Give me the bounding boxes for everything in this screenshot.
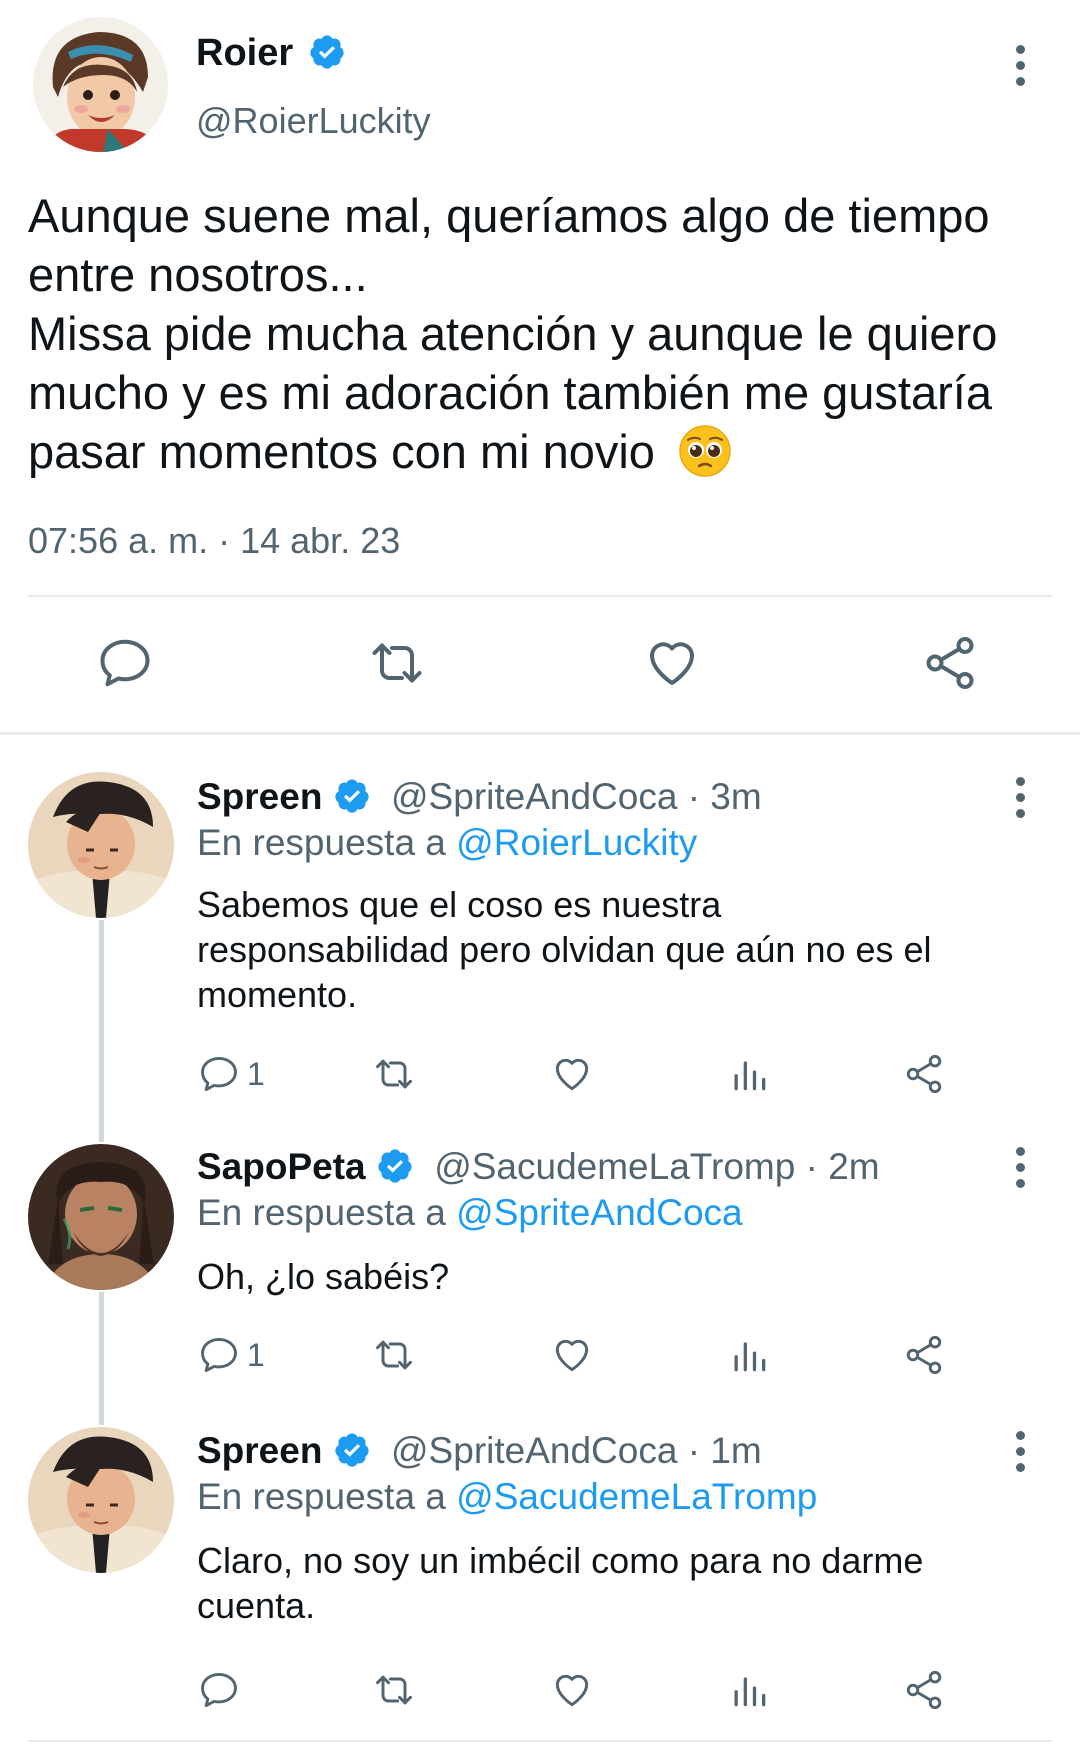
reply-author-name[interactable]: Spreen [197,1430,322,1471]
reply-button[interactable]: 1 [197,1333,265,1377]
tweet-timestamp[interactable]: 07:56 a. m. · 14 abr. 23 [28,520,400,562]
like-icon[interactable] [642,633,702,693]
share-icon [906,1335,942,1375]
more-options-icon[interactable] [1005,772,1035,822]
reply-button[interactable] [197,1668,247,1712]
reply-actions: 1 [197,1052,957,1096]
share-icon [906,1670,942,1710]
tweet-text-line: mucho y es mi adoración también me gusta… [28,366,992,419]
retweet-icon [376,1340,412,1370]
reply-text-line: Sabemos que el coso es nuestra [197,884,722,925]
retweet-button[interactable] [372,1333,416,1377]
like-icon [555,1339,589,1372]
tweet-text-line: Missa pide mucha atención y aunque le qu… [28,307,998,360]
reply-icon[interactable] [95,633,155,693]
like-icon [555,1058,589,1091]
thread-separator [0,732,1080,735]
share-button[interactable] [902,1333,946,1377]
tweet-text: Aunque suene mal, queríamos algo de tiem… [28,186,1068,481]
mention-link[interactable]: @SacudemeLaTromp [456,1476,817,1517]
retweet-icon[interactable] [367,633,427,693]
reply-handle-time[interactable]: @SacudemeLaTromp · 2m [434,1146,879,1187]
views-icon [734,1677,766,1707]
verified-badge-icon [335,1433,369,1467]
divider [28,595,1052,597]
reply-author[interactable]: Spreen @SpriteAndCoca · 3m [197,776,762,818]
reply-text: Claro, no soy un imbécil como para no da… [197,1538,1027,1628]
like-button[interactable] [550,1333,594,1377]
reply-tweet: Spreen @SpriteAndCoca · 1m En respuesta … [0,1430,1080,1740]
in-reply-label: En respuesta a [197,822,457,863]
share-button[interactable] [902,1052,946,1096]
views-button[interactable] [727,1052,771,1096]
share-button[interactable] [902,1668,946,1712]
reply-actions: 1 [197,1333,957,1377]
reply-tweet: Spreen @SpriteAndCoca · 3m En respuesta … [0,776,1080,1106]
reply-text: Oh, ¿lo sabéis? [197,1254,1027,1299]
tweet-text-line: Aunque suene mal, queríamos algo de tiem… [28,189,990,242]
mention-link[interactable]: @SpriteAndCoca [456,1192,742,1233]
reply-handle-time[interactable]: @SpriteAndCoca · 3m [391,776,762,817]
reply-actions [197,1668,957,1712]
more-options-icon[interactable] [1005,1426,1035,1476]
reply-author-name[interactable]: SapoPeta [197,1146,366,1187]
reply-text-line: responsabilidad pero olvidan que aún no … [197,929,932,970]
reply-count: 1 [247,1336,265,1373]
verified-badge-icon [335,779,369,813]
author-name-text[interactable]: Roier [196,32,293,74]
reply-text: Sabemos que el coso es nuestra responsab… [197,882,1027,1017]
reply-text-line: Oh, ¿lo sabéis? [197,1256,450,1297]
retweet-button[interactable] [372,1052,416,1096]
reply-author[interactable]: SapoPeta @SacudemeLaTromp · 2m [197,1146,880,1188]
like-button[interactable] [550,1668,594,1712]
in-reply-label: En respuesta a [197,1192,457,1233]
tweet-text-line: pasar momentos con mi novio [28,422,1068,481]
like-button[interactable] [550,1052,594,1096]
reply-icon [201,1337,237,1373]
main-tweet: Roier @RoierLuckity Aunque suene mal, qu… [0,0,1080,735]
reply-button[interactable]: 1 [197,1052,265,1096]
more-options-icon[interactable] [1005,1142,1035,1192]
in-reply-to: En respuesta a @RoierLuckity [197,822,697,864]
share-icon[interactable] [920,633,980,693]
reply-text-line: momento. [197,974,358,1015]
reply-handle-time[interactable]: @SpriteAndCoca · 1m [391,1430,762,1471]
more-options-icon[interactable] [1005,40,1035,90]
retweet-icon [376,1675,412,1705]
author-name[interactable]: Roier [196,32,346,75]
reply-count: 1 [247,1055,265,1092]
verified-badge-icon [310,35,344,69]
avatar-roier[interactable] [33,17,168,152]
verified-badge-icon [378,1149,412,1183]
retweet-icon [376,1059,412,1089]
reply-tweet: SapoPeta @SacudemeLaTromp · 2m En respue… [0,1146,1080,1386]
in-reply-to: En respuesta a @SpriteAndCoca [197,1192,743,1234]
reply-author-name[interactable]: Spreen [197,776,322,817]
reply-icon [201,1672,237,1708]
like-icon [555,1674,589,1707]
views-button[interactable] [727,1333,771,1377]
views-button[interactable] [727,1668,771,1712]
reply-text-line: Claro, no soy un imbécil como para no da… [197,1540,924,1581]
author-handle[interactable]: @RoierLuckity [196,100,431,142]
tweet-text-line: entre nosotros... [28,248,368,301]
in-reply-label: En respuesta a [197,1476,457,1517]
pleading-face-emoji [679,425,731,477]
share-icon [906,1054,942,1094]
reply-text-line: cuenta. [197,1585,316,1626]
retweet-button[interactable] [372,1668,416,1712]
views-icon [734,1342,766,1372]
reply-icon [201,1056,237,1092]
divider [28,1740,1052,1742]
views-icon [734,1061,766,1091]
reply-author[interactable]: Spreen @SpriteAndCoca · 1m [197,1430,762,1472]
mention-link[interactable]: @RoierLuckity [456,822,697,863]
in-reply-to: En respuesta a @SacudemeLaTromp [197,1476,817,1518]
